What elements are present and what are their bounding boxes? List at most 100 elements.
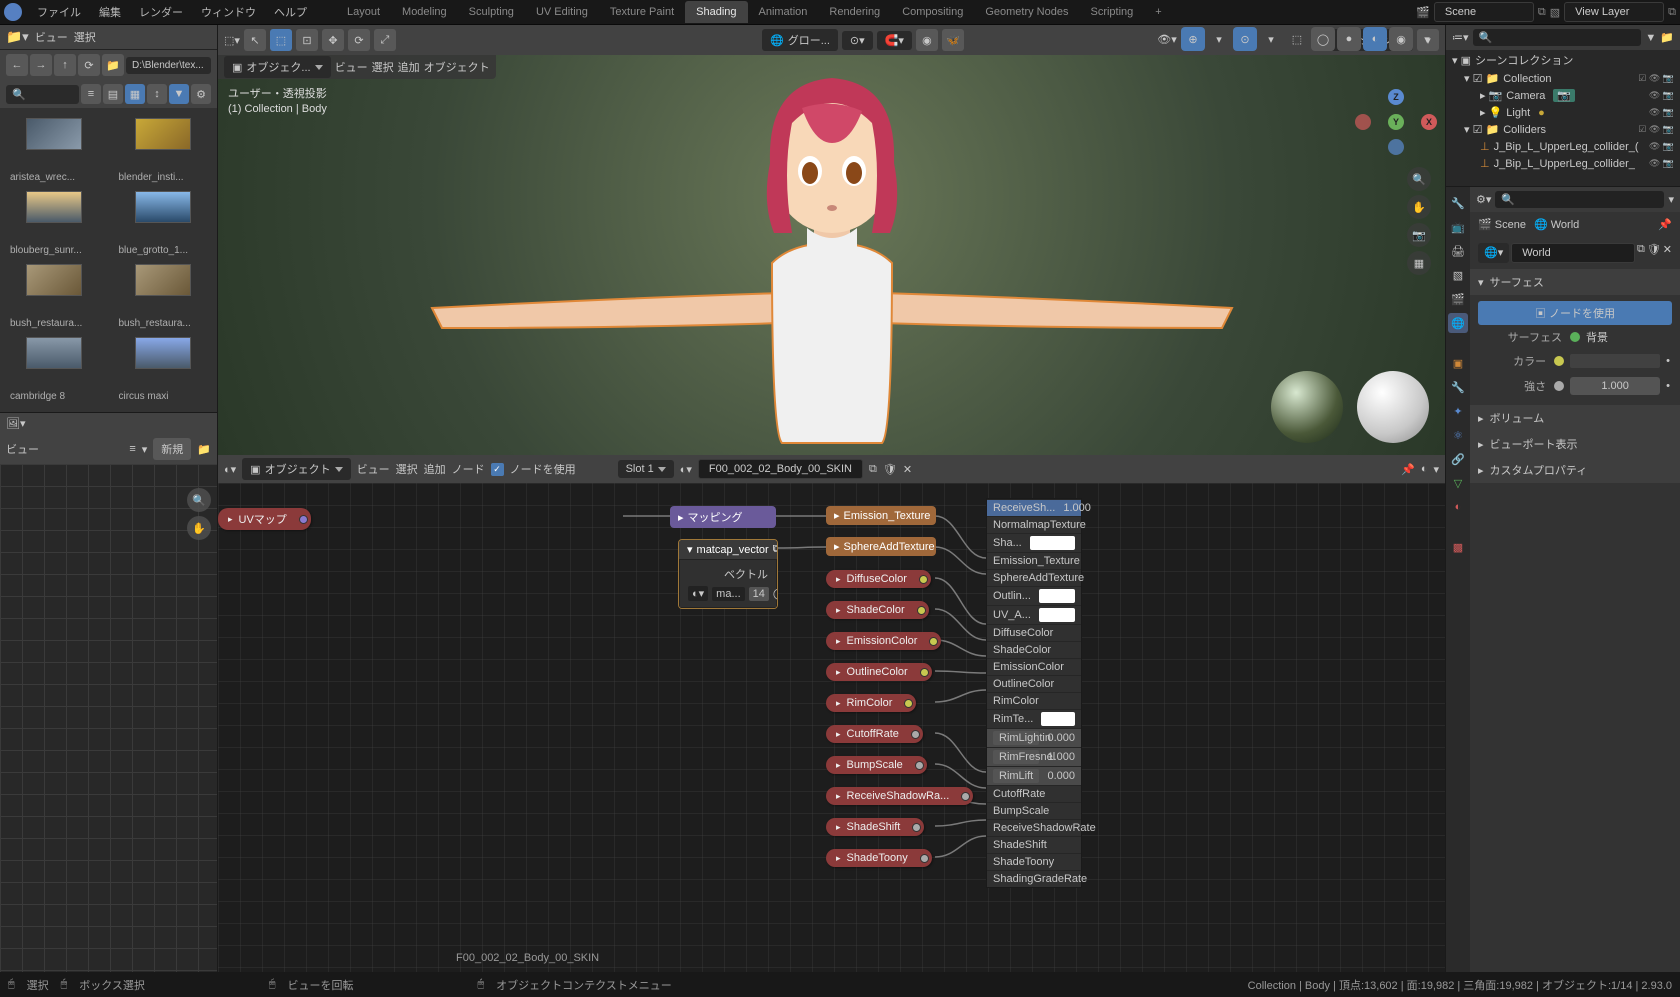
nav-up-button[interactable]: ↑ [54,54,76,76]
pivot-dropdown[interactable]: ⊙▾ [842,31,873,50]
mat-fake-icon[interactable]: 🛡 [883,463,897,476]
props-dropdown[interactable]: ▾ [1668,193,1674,206]
fb-view-menu[interactable]: ビュー [35,29,68,45]
world-copy-icon[interactable]: ⧉ [1637,243,1645,263]
rotate-tool[interactable]: ⟳ [348,29,370,51]
nav-back-button[interactable]: ← [6,54,28,76]
zoom-gizmo[interactable]: 🔍 [1407,167,1431,191]
material-name[interactable]: F00_002_02_Body_00_SKIN [698,459,863,479]
node-rimcolor[interactable]: ▸RimColor [826,694,916,712]
mat-unlink-icon[interactable]: ✕ [903,463,912,476]
prop-output-icon[interactable]: 🖨 [1448,241,1468,261]
prop-viewlayer-icon[interactable]: ▧ [1448,265,1468,285]
node-emissioncolor[interactable]: ▸EmissionColor [826,632,941,650]
mat-copy-icon[interactable]: ⧉ [869,463,877,476]
node-shadecolor[interactable]: ▸ShadeColor [826,601,929,619]
custom-panel-header[interactable]: ▸カスタムプロパティ [1470,457,1680,483]
menu-file[interactable]: ファイル [28,4,90,20]
gizmo-toggle[interactable]: ⊕ [1181,27,1205,51]
ne-node-menu[interactable]: ノード [452,461,485,477]
overlays-toggle[interactable]: ⊙ [1233,27,1257,51]
viewport-3d[interactable]: ⬚▾ ↖ ⬚ ⊡ ✥ ⟳ ⤢ 🌐 グロー... ⊙▾ 🧲▾ ◉ 🦋 オプション … [218,25,1445,455]
use-nodes-checkbox[interactable]: ✓ [491,463,504,476]
node-outlinecolor[interactable]: ▸OutlineColor [826,663,932,681]
mirror-x[interactable]: 🦋 [942,29,964,51]
editor-type-icon[interactable]: 🖼▾ [6,417,26,430]
nav-refresh-button[interactable]: ⟳ [78,54,100,76]
ne-type-button[interactable]: ◐▾ [224,463,236,476]
prop-render-icon[interactable]: 📺 [1448,217,1468,237]
ne-add-menu[interactable]: 追加 [424,461,446,477]
new-image-button[interactable]: 新規 [153,438,191,460]
menu-render[interactable]: レンダー [130,4,192,20]
filter-icon[interactable]: ▼ [1645,32,1656,44]
browse-scene-icon[interactable]: ⧉ [1538,6,1546,19]
world-name-field[interactable]: World [1511,243,1635,263]
tab-sculpting[interactable]: Sculpting [458,1,525,23]
tab-rendering[interactable]: Rendering [818,1,891,23]
tab-geometry-nodes[interactable]: Geometry Nodes [974,1,1079,23]
select-tool2[interactable]: ⊡ [296,29,318,51]
editor-type-button[interactable]: ⬚▾ [224,34,240,47]
camera-gizmo[interactable]: 📷 [1407,223,1431,247]
img-view-menu[interactable]: ビュー [6,441,39,457]
shade-solid[interactable]: ● [1337,27,1361,51]
img-dropdown[interactable]: ▾ [142,443,148,456]
image-canvas[interactable]: 🔍 ✋ [0,464,217,972]
shader-node-editor[interactable]: ◐▾ ▣ オブジェクト ビュー 選択 追加 ノード ✓ ノードを使用 Slot … [218,455,1445,972]
world-fake-icon[interactable]: 🛡 [1647,243,1661,263]
settings-button[interactable]: ⚙ [191,84,211,104]
zoom-button[interactable]: 🔍 [187,488,211,512]
pin-props-icon[interactable]: 📌 [1658,218,1672,231]
tab-texture-paint[interactable]: Texture Paint [599,1,685,23]
tab-add[interactable]: + [1144,1,1172,23]
node-receiveshadow[interactable]: ▸ReceiveShadowRa... [826,787,973,805]
file-item[interactable]: aristea_wrec... [10,118,98,183]
prop-data-icon[interactable]: ▽ [1448,473,1468,493]
node-matcap-vector[interactable]: ▾matcap_vector⧉ ベクトル ◐▾ma...14◯ [678,539,778,609]
tab-shading[interactable]: Shading [685,1,747,23]
file-item[interactable]: bush_restaura... [10,264,98,329]
persp-gizmo[interactable]: ▦ [1407,251,1431,275]
ne-select-menu[interactable]: 選択 [396,461,418,477]
prop-material-icon[interactable]: ◐ [1448,497,1468,517]
slot-selector[interactable]: Slot 1 [618,460,674,478]
tab-modeling[interactable]: Modeling [391,1,458,23]
open-image-button[interactable]: 📁 [197,443,211,456]
menu-edit[interactable]: 編集 [90,4,130,20]
prop-particle-icon[interactable]: ✦ [1448,401,1468,421]
node-diffusecolor[interactable]: ▸DiffuseColor [826,570,931,588]
file-item[interactable]: blue_grotto_1... [119,191,207,256]
snap-dropdown[interactable]: 🧲▾ [877,31,912,50]
props-type-icon[interactable]: ⚙▾ [1476,193,1491,206]
fb-search[interactable]: 🔍 [6,85,79,104]
fb-select-menu[interactable]: 選択 [74,29,96,45]
viewlayer-selector[interactable]: View Layer [1564,2,1664,22]
outliner-type-icon[interactable]: ≔▾ [1452,31,1469,44]
prop-object-icon[interactable]: ▣ [1448,353,1468,373]
pan-button[interactable]: ✋ [187,516,211,540]
hdri-preview[interactable] [1271,371,1343,443]
outliner-bone1[interactable]: ⊥J_Bip_L_UpperLeg_collider_(👁 📷 [1446,138,1680,155]
tab-scripting[interactable]: Scripting [1079,1,1144,23]
node-bumpscale[interactable]: ▸BumpScale [826,756,927,774]
shade-matprev[interactable]: ◐ [1363,27,1387,51]
prop-tool-icon[interactable]: 🔧 [1448,193,1468,213]
mode-selector[interactable]: ▣ オブジェク... [224,56,331,78]
node-cutoffrate[interactable]: ▸CutoffRate [826,725,923,743]
ne-overlay-icon[interactable]: ◐ [1421,463,1428,475]
scene-selector[interactable]: Scene [1434,2,1534,22]
ne-view-menu[interactable]: ビュー [357,461,390,477]
cursor-tool[interactable]: ↖ [244,29,266,51]
vp-object-menu[interactable]: オブジェクト [424,59,490,75]
pan-gizmo[interactable]: ✋ [1407,195,1431,219]
prop-constraint-icon[interactable]: 🔗 [1448,449,1468,469]
nav-fwd-button[interactable]: → [30,54,52,76]
orientation-gizmo[interactable]: Y Z X [1361,87,1431,157]
overlays-dropdown[interactable]: ▾ [1259,27,1283,51]
use-nodes-button[interactable]: ▣ ノードを使用 [1478,301,1672,325]
props-search[interactable]: 🔍 [1495,191,1664,208]
vp-view-menu[interactable]: ビュー [335,59,368,75]
menu-window[interactable]: ウィンドウ [192,4,265,20]
outliner-light[interactable]: ▸ 💡Light●👁 📷 [1446,104,1680,121]
